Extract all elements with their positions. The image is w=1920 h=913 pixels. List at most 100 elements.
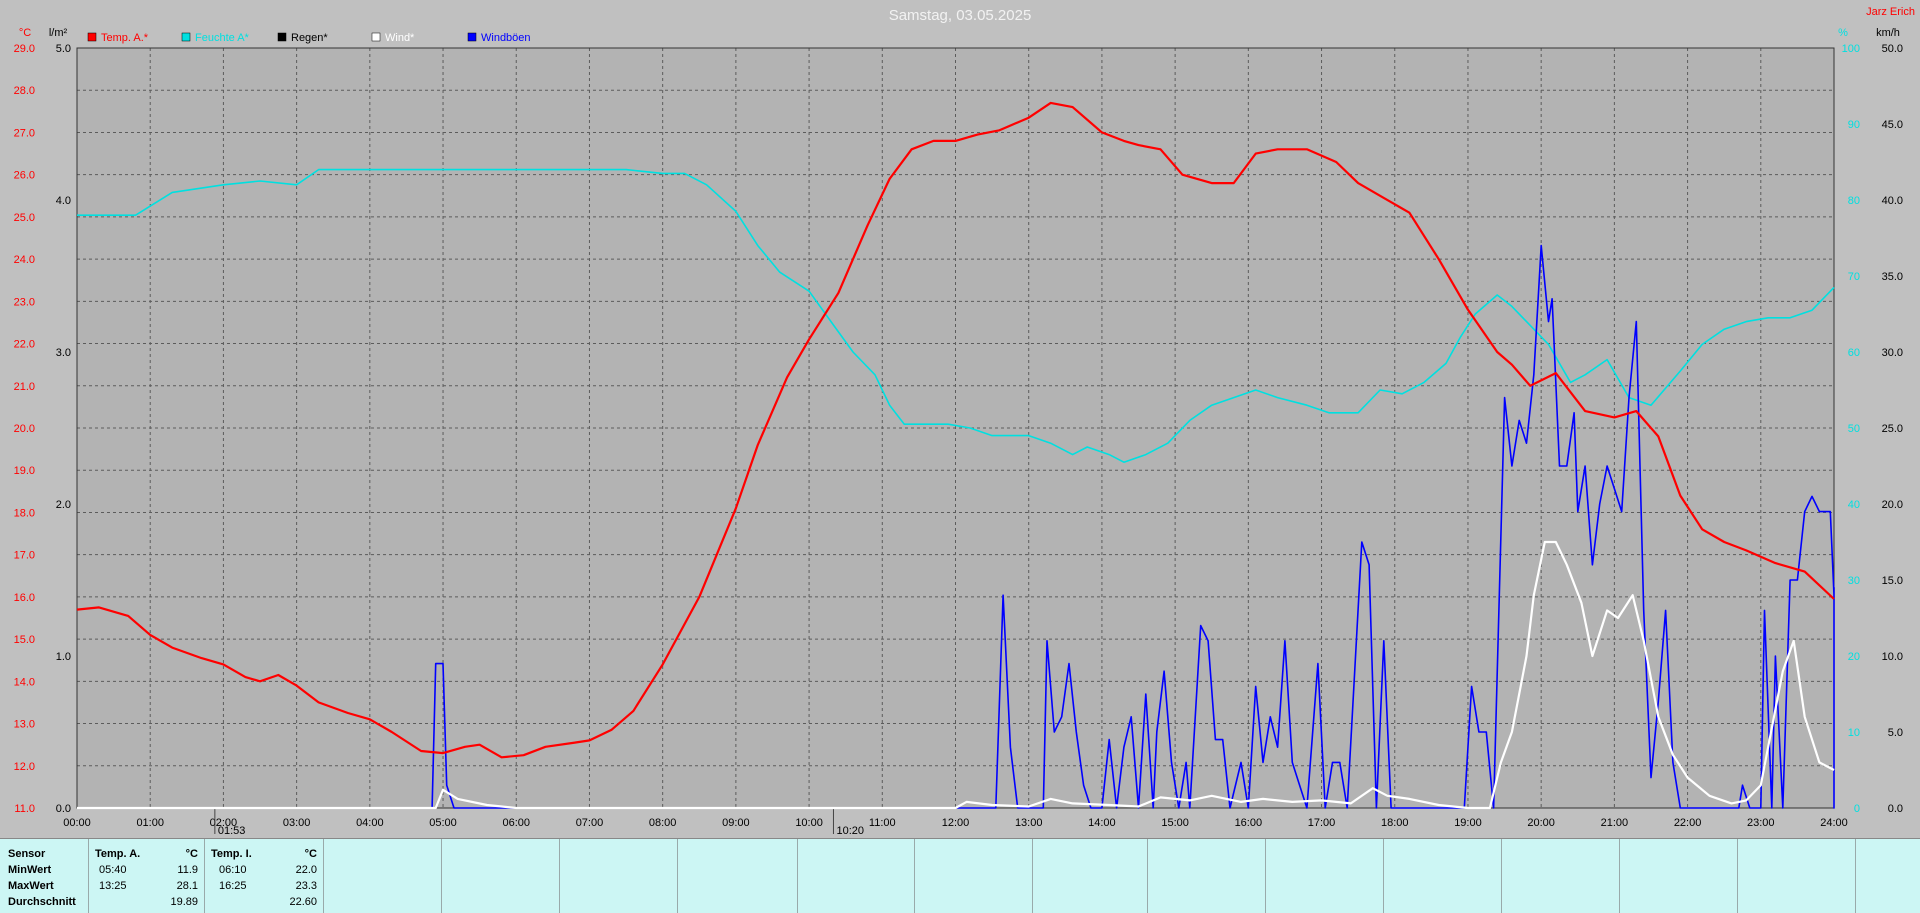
temp-tick-label: 19.0 bbox=[14, 465, 35, 477]
empty-column-4 bbox=[678, 839, 798, 913]
temp-tick-label: 22.0 bbox=[14, 339, 35, 351]
wind-tick-label: 20.0 bbox=[1882, 499, 1903, 511]
empty-column-1 bbox=[324, 839, 442, 913]
temp-tick-label: 20.0 bbox=[14, 423, 35, 435]
x-tick-label: 14:00 bbox=[1088, 817, 1116, 829]
x-tick-label: 08:00 bbox=[649, 817, 677, 829]
x-tick-label: 22:00 bbox=[1674, 817, 1702, 829]
temp-a-title: Temp. A. bbox=[95, 848, 141, 860]
x-tick-label: 00:00 bbox=[63, 817, 91, 829]
rain-tick-label: 3.0 bbox=[56, 347, 71, 359]
weather-chart: 00:00 01:00 02:00 03:00 04:00 05:00 06:00 07:00… bbox=[0, 0, 1920, 838]
x-marker-label: 10:20 bbox=[836, 825, 864, 837]
temp-i-average: 22.60 bbox=[289, 896, 317, 908]
x-tick-label: 10:00 bbox=[795, 817, 823, 829]
legend-swatch bbox=[277, 32, 287, 42]
row-label-max: MaxWert bbox=[8, 880, 54, 892]
empty-column-5 bbox=[798, 839, 915, 913]
empty-column-9 bbox=[1266, 839, 1384, 913]
empty-column-8 bbox=[1148, 839, 1266, 913]
x-tick-label: 12:00 bbox=[942, 817, 970, 829]
temp-i-title: Temp. I. bbox=[211, 848, 252, 860]
x-tick-label: 01:00 bbox=[136, 817, 164, 829]
empty-column-12 bbox=[1620, 839, 1738, 913]
x-tick-label: 18:00 bbox=[1381, 817, 1409, 829]
summary-panel: Sensor MinWert MaxWert Durchschnitt Temp… bbox=[0, 838, 1920, 913]
temp-i-max-time: 16:25 bbox=[219, 880, 247, 892]
empty-column-10 bbox=[1384, 839, 1502, 913]
station-name: Jarz Erich bbox=[1866, 6, 1915, 18]
chart-title: Samstag, 03.05.2025 bbox=[889, 7, 1032, 24]
x-tick-label: 06:00 bbox=[502, 817, 530, 829]
x-marker-label: 01:53 bbox=[218, 825, 246, 837]
rain-tick-label: 5.0 bbox=[56, 43, 71, 55]
legend-swatch bbox=[87, 32, 97, 42]
temp-a-unit: °C bbox=[185, 848, 198, 860]
legend-label: Windböen bbox=[481, 32, 531, 44]
wind-tick-label: 25.0 bbox=[1882, 423, 1903, 435]
rain-tick-label: 2.0 bbox=[56, 499, 71, 511]
x-tick-label: 24:00 bbox=[1820, 817, 1848, 829]
x-tick-label: 05:00 bbox=[429, 817, 457, 829]
wind-tick-label: 10.0 bbox=[1882, 651, 1903, 663]
temp-tick-label: 12.0 bbox=[14, 761, 35, 773]
x-tick-label: 16:00 bbox=[1235, 817, 1263, 829]
legend-swatch bbox=[467, 32, 477, 42]
x-tick-label: 17:00 bbox=[1308, 817, 1336, 829]
rain-tick-label: 4.0 bbox=[56, 195, 71, 207]
temp-a-max-value: 28.1 bbox=[176, 880, 198, 892]
temp-tick-label: 16.0 bbox=[14, 592, 35, 604]
wind-tick-label: 0.0 bbox=[1888, 803, 1903, 815]
empty-column-6 bbox=[915, 839, 1033, 913]
wind-tick-label: 30.0 bbox=[1882, 347, 1903, 359]
humidity-tick-label: 80 bbox=[1848, 195, 1860, 207]
temp-tick-label: 17.0 bbox=[14, 550, 35, 562]
temp-axis-unit: °C bbox=[19, 27, 31, 39]
row-label-min: MinWert bbox=[8, 864, 52, 876]
wind-tick-label: 45.0 bbox=[1882, 119, 1903, 131]
temp-tick-label: 28.0 bbox=[14, 85, 35, 97]
temp-tick-label: 26.0 bbox=[14, 170, 35, 182]
temp-tick-label: 15.0 bbox=[14, 634, 35, 646]
legend-label: Feuchte A* bbox=[195, 32, 250, 44]
temp-i-column: Temp. I. °C 06:10 22.0 16:25 23.3 22.60 bbox=[205, 839, 324, 913]
x-tick-label: 13:00 bbox=[1015, 817, 1043, 829]
legend-label: Temp. A.* bbox=[101, 32, 149, 44]
temp-tick-label: 24.0 bbox=[14, 254, 35, 266]
humidity-axis-unit: % bbox=[1838, 27, 1848, 39]
x-tick-label: 15:00 bbox=[1161, 817, 1189, 829]
temp-tick-label: 25.0 bbox=[14, 212, 35, 224]
row-label-sensor: Sensor bbox=[8, 848, 46, 860]
x-tick-label: 11:00 bbox=[869, 817, 896, 829]
temp-i-min-time: 06:10 bbox=[219, 864, 247, 876]
empty-column-11 bbox=[1502, 839, 1620, 913]
wind-tick-label: 40.0 bbox=[1882, 195, 1903, 207]
temp-a-average: 19.89 bbox=[170, 896, 198, 908]
temp-tick-label: 18.0 bbox=[14, 507, 35, 519]
wind-tick-label: 15.0 bbox=[1882, 575, 1903, 587]
empty-column-3 bbox=[560, 839, 678, 913]
x-tick-label: 19:00 bbox=[1454, 817, 1482, 829]
temp-tick-label: 23.0 bbox=[14, 296, 35, 308]
x-tick-label: 03:00 bbox=[283, 817, 311, 829]
humidity-tick-label: 20 bbox=[1848, 651, 1860, 663]
humidity-tick-label: 70 bbox=[1848, 271, 1860, 283]
temp-i-min-value: 22.0 bbox=[295, 864, 317, 876]
x-tick-label: 04:00 bbox=[356, 817, 384, 829]
legend-swatch bbox=[371, 32, 381, 42]
temp-tick-label: 13.0 bbox=[14, 719, 35, 731]
temp-tick-label: 21.0 bbox=[14, 381, 35, 393]
temp-i-max-value: 23.3 bbox=[295, 880, 317, 892]
temp-i-unit: °C bbox=[304, 848, 317, 860]
wind-tick-label: 35.0 bbox=[1882, 271, 1903, 283]
x-tick-label: 09:00 bbox=[722, 817, 750, 829]
temp-a-min-time: 05:40 bbox=[99, 864, 127, 876]
humidity-tick-label: 30 bbox=[1848, 575, 1860, 587]
legend-label: Wind* bbox=[385, 32, 415, 44]
empty-column-2 bbox=[442, 839, 560, 913]
temp-tick-label: 29.0 bbox=[14, 43, 35, 55]
x-tick-label: 07:00 bbox=[576, 817, 604, 829]
rain-tick-label: 0.0 bbox=[56, 803, 71, 815]
humidity-tick-label: 10 bbox=[1848, 727, 1860, 739]
x-tick-label: 23:00 bbox=[1747, 817, 1775, 829]
